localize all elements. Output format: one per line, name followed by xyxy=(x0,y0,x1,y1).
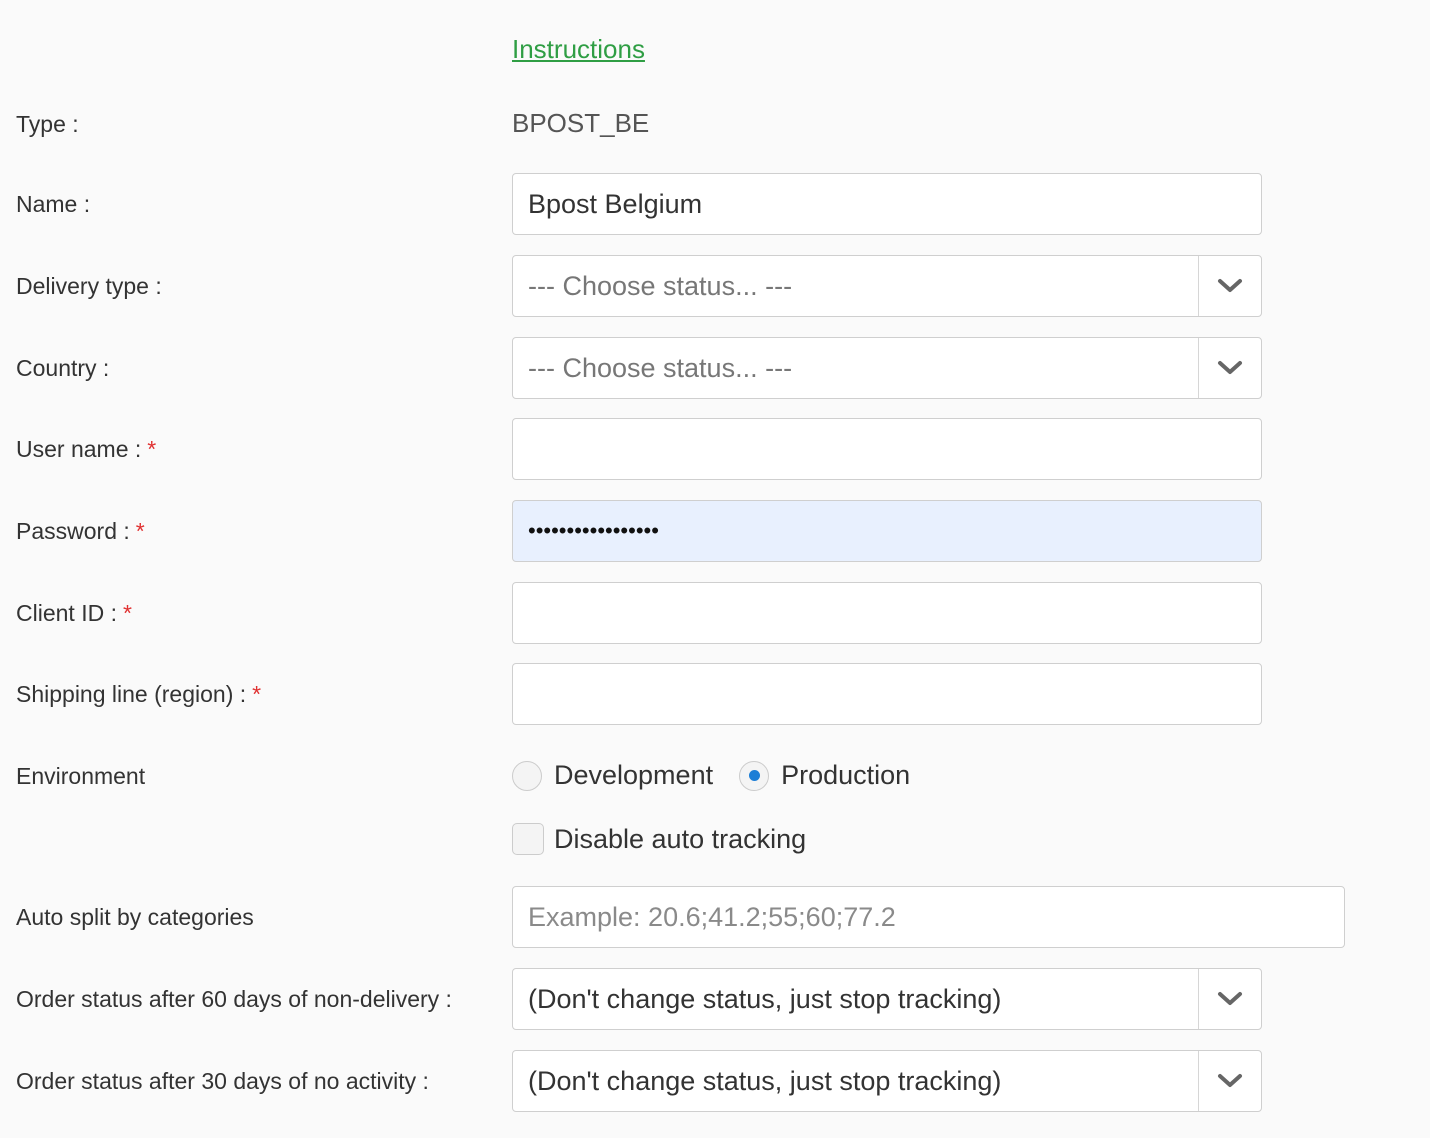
shipping-line-input[interactable] xyxy=(512,663,1262,725)
chevron-down-icon xyxy=(1218,1074,1242,1087)
user-name-input[interactable] xyxy=(512,418,1262,480)
client-id-label-text: Client ID : xyxy=(16,600,117,626)
chevron-down-icon xyxy=(1218,279,1242,292)
required-mark: * xyxy=(252,681,262,707)
delivery-type-select[interactable]: --- Choose status... --- xyxy=(512,255,1262,317)
password-label-text: Password : xyxy=(16,518,130,544)
environment-production-radio[interactable] xyxy=(739,760,770,791)
chevron-down-icon xyxy=(1218,992,1242,1005)
environment-development-label[interactable]: Development xyxy=(554,760,713,791)
name-label: Name : xyxy=(16,191,91,217)
status-60-days-select[interactable]: (Don't change status, just stop tracking… xyxy=(512,968,1262,1030)
disable-tracking-group: Disable auto tracking xyxy=(512,823,806,855)
disable-tracking-label[interactable]: Disable auto tracking xyxy=(554,824,806,855)
client-id-label: Client ID : * xyxy=(16,600,132,627)
status-60-days-dropdown-toggle[interactable] xyxy=(1198,969,1261,1029)
status-30-days-dropdown-toggle[interactable] xyxy=(1198,1051,1261,1111)
environment-label: Environment xyxy=(16,763,146,789)
user-name-label-text: User name : xyxy=(16,436,142,462)
required-mark: * xyxy=(122,600,132,626)
status-30-days-selected: (Don't change status, just stop tracking… xyxy=(528,1066,1002,1096)
auto-split-label: Auto split by categories xyxy=(16,904,254,930)
type-value: BPOST_BE xyxy=(512,108,650,138)
delivery-type-dropdown-toggle[interactable] xyxy=(1198,256,1261,316)
delivery-type-label: Delivery type : xyxy=(16,273,162,299)
required-mark: * xyxy=(135,518,145,544)
client-id-input[interactable] xyxy=(512,582,1262,644)
disable-tracking-checkbox[interactable] xyxy=(512,823,544,855)
status-30-days-label: Order status after 30 days of no activit… xyxy=(16,1068,429,1094)
status-60-days-label: Order status after 60 days of non-delive… xyxy=(16,986,452,1012)
delivery-type-selected: --- Choose status... --- xyxy=(528,271,793,301)
password-input[interactable]: ••••••••••••••••• xyxy=(512,500,1262,562)
type-label: Type : xyxy=(16,111,79,137)
environment-development-radio[interactable] xyxy=(512,760,542,791)
chevron-down-icon xyxy=(1218,361,1242,374)
required-mark: * xyxy=(147,436,157,462)
country-dropdown-toggle[interactable] xyxy=(1198,338,1261,398)
shipping-line-label: Shipping line (region) : * xyxy=(16,681,261,708)
name-input[interactable] xyxy=(512,173,1262,235)
radio-selected-dot xyxy=(748,770,760,781)
country-select[interactable]: --- Choose status... --- xyxy=(512,337,1262,399)
instructions-link[interactable]: Instructions xyxy=(512,34,645,65)
country-selected: --- Choose status... --- xyxy=(528,353,793,383)
user-name-label: User name : * xyxy=(16,436,156,463)
status-30-days-select[interactable]: (Don't change status, just stop tracking… xyxy=(512,1050,1262,1112)
environment-production-label[interactable]: Production xyxy=(781,760,910,791)
auto-split-input[interactable] xyxy=(512,886,1345,948)
country-label: Country : xyxy=(16,355,110,381)
password-label: Password : * xyxy=(16,518,145,545)
environment-radio-group: Development Production xyxy=(512,760,936,791)
status-60-days-selected: (Don't change status, just stop tracking… xyxy=(528,984,1002,1014)
shipping-line-label-text: Shipping line (region) : xyxy=(16,681,247,707)
